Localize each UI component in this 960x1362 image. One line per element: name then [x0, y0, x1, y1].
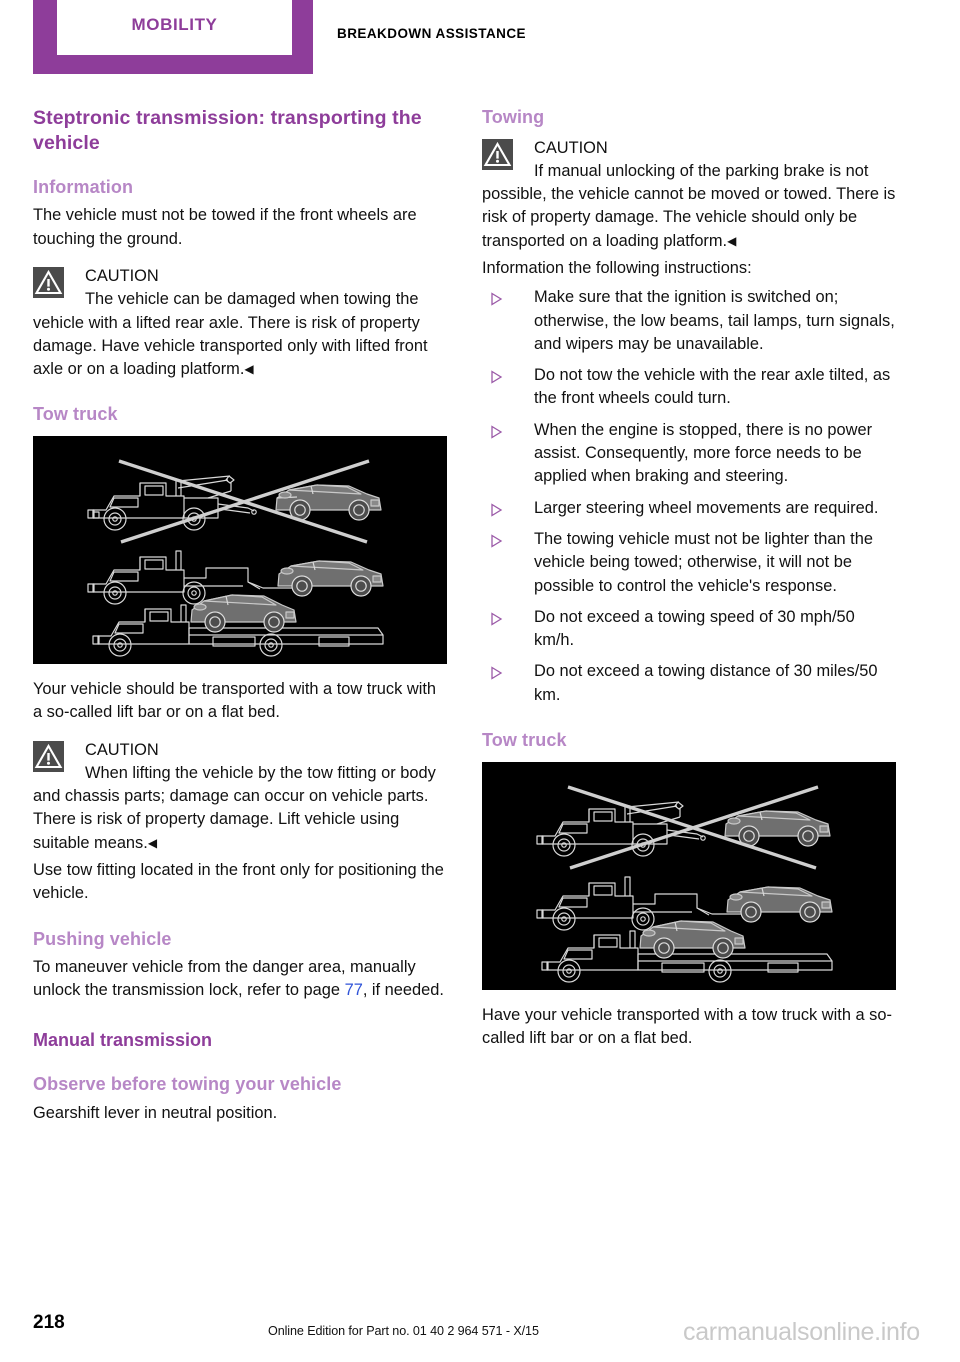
- chapter-tab-label: MOBILITY: [131, 15, 218, 34]
- page-title: Steptronic transmission: transporting th…: [33, 107, 422, 154]
- heading-pushing-vehicle: Pushing vehicle: [33, 928, 172, 949]
- caution-body-3: If manual unlocking of the parking brake…: [482, 161, 896, 250]
- triangle-bullet-icon: [490, 664, 503, 681]
- list-item-text: The towing vehicle must not be lighter t…: [534, 529, 873, 595]
- observe-paragraph: Gearshift lever in neutral position.: [33, 1103, 278, 1122]
- page-reference-link[interactable]: 77: [345, 981, 363, 999]
- heading-towing: Towing: [482, 107, 545, 127]
- list-item: Larger steering wheel movements are requ…: [482, 497, 896, 520]
- caution-warning-icon: [33, 267, 64, 298]
- caution-endmark-1: ◀: [244, 362, 254, 377]
- list-item-text: When the engine is stopped, there is no …: [534, 420, 873, 486]
- page-header: MOBILITY BREAKDOWN ASSISTANCE: [0, 0, 960, 80]
- information-paragraph: The vehicle must not be towed if the fro…: [33, 206, 417, 248]
- caution-endmark-2: ◀: [147, 835, 158, 850]
- caution-block-3: CAUTION If manual unlocking of the parki…: [482, 137, 896, 253]
- list-item: Do not exceed a towing speed of 30 mph/5…: [482, 606, 896, 653]
- heading-observe-before-towing: Observe before towing your vehicle: [33, 1074, 342, 1095]
- caution-endmark-3: ◀: [727, 233, 737, 248]
- caution-label-2: CAUTION: [85, 740, 159, 759]
- list-item-text: Make sure that the ignition is switched …: [534, 288, 895, 353]
- caution-text-2: When lifting the vehicle by the tow fitt…: [33, 762, 447, 855]
- right-column: Towing CAUTION If manual unlocking of th…: [482, 106, 896, 1050]
- heading-information: Information: [33, 176, 134, 197]
- triangle-bullet-icon: [490, 423, 503, 439]
- pushing-vehicle-paragraph: To maneuver vehicle from the danger area…: [33, 956, 447, 1003]
- triangle-bullet-icon: [490, 532, 503, 548]
- site-watermark: carmanualsonline.info: [683, 1318, 920, 1346]
- triangle-bullet-icon: [490, 610, 503, 626]
- chapter-tab: MOBILITY: [33, 0, 313, 74]
- list-item: Do not exceed a towing distance of 30 mi…: [482, 660, 896, 707]
- caution-text-1: The vehicle can be damaged when towing t…: [33, 288, 447, 381]
- caution-block-2: CAUTION When lifting the vehicle by the …: [33, 739, 447, 855]
- towing-instructions-list: Make sure that the ignition is switched …: [482, 286, 896, 707]
- left-column: Steptronic transmission: transporting th…: [33, 106, 447, 1125]
- list-item: Do not tow the vehicle with the rear axl…: [482, 364, 896, 411]
- heading-manual-transmission: Manual transmission: [33, 1029, 213, 1050]
- chapter-tab-inner: MOBILITY: [57, 0, 292, 55]
- pushing-text-after: , if needed.: [362, 981, 444, 1000]
- caution-warning-icon: [482, 138, 513, 170]
- caution-body-2: When lifting the vehicle by the tow fitt…: [33, 763, 436, 852]
- caution-label-3: CAUTION: [534, 138, 608, 157]
- caution-text-3: If manual unlocking of the parking brake…: [482, 160, 896, 253]
- list-item: The towing vehicle must not be lighter t…: [482, 528, 896, 598]
- list-item: Make sure that the ignition is switched …: [482, 286, 896, 356]
- figure-tow-truck-left: [33, 435, 447, 664]
- caution-block-1: CAUTION The vehicle can be damaged when …: [33, 265, 447, 381]
- list-item: When the engine is stopped, there is no …: [482, 419, 896, 489]
- triangle-bullet-icon: [490, 501, 503, 517]
- edition-notice: Online Edition for Part no. 01 40 2 964 …: [268, 1324, 539, 1338]
- heading-tow-truck-right: Tow truck: [482, 730, 567, 751]
- triangle-bullet-icon: [490, 290, 503, 306]
- heading-tow-truck-left: Tow truck: [33, 404, 118, 425]
- list-item-text: Do not exceed a towing distance of 30 mi…: [534, 662, 878, 704]
- tow-fitting-paragraph: Use tow fitting located in the front onl…: [33, 861, 444, 903]
- triangle-bullet-icon: [490, 368, 503, 384]
- list-item-text: Do not tow the vehicle with the rear axl…: [534, 366, 891, 408]
- section-title: BREAKDOWN ASSISTANCE: [337, 26, 527, 41]
- caution-label-1: CAUTION: [85, 267, 159, 285]
- caution-body-1: The vehicle can be damaged when towing t…: [33, 290, 428, 379]
- list-item-text: Larger steering wheel movements are requ…: [534, 498, 879, 517]
- page-number: 218: [33, 1312, 65, 1333]
- page-footer: 218 Online Edition for Part no. 01 40 2 …: [0, 1300, 960, 1362]
- caution-warning-icon: [33, 740, 64, 772]
- list-item-text: Do not exceed a towing speed of 30 mph/5…: [534, 607, 855, 650]
- figure-tow-truck-right: [482, 761, 896, 990]
- instructions-intro: Information the following instructions:: [482, 258, 752, 277]
- figure-caption-right: Have your vehicle transported with a tow…: [482, 1005, 892, 1047]
- figure-caption-left: Your vehicle should be transported with …: [33, 679, 437, 722]
